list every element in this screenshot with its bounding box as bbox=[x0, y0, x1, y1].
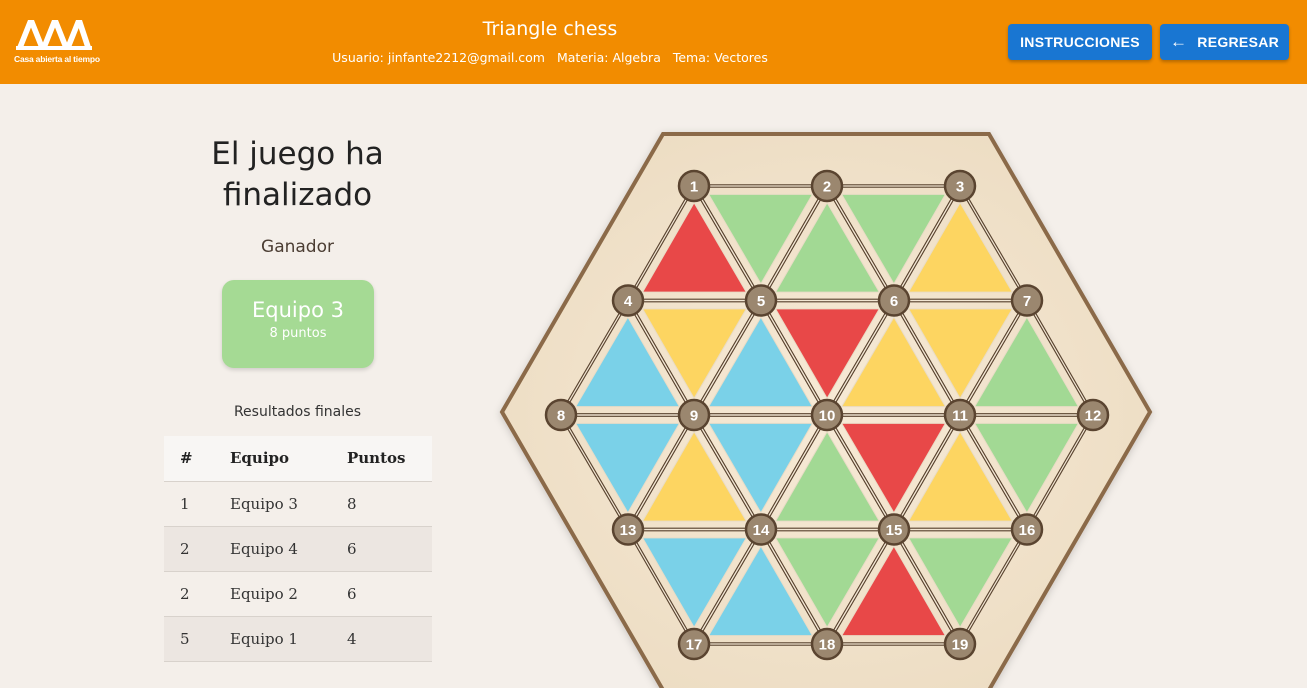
node-label: 3 bbox=[956, 179, 964, 196]
points-cell: 6 bbox=[347, 526, 432, 572]
topic-label: Tema: Vectores bbox=[672, 50, 768, 65]
node-label: 13 bbox=[620, 522, 637, 539]
team-cell: Equipo 4 bbox=[230, 526, 347, 572]
board-node-9[interactable]: 9 bbox=[677, 398, 711, 432]
node-label: 8 bbox=[557, 408, 565, 425]
column-header-team: Equipo bbox=[230, 436, 347, 482]
board-node-6[interactable]: 6 bbox=[877, 284, 911, 317]
node-label: 7 bbox=[1023, 293, 1031, 310]
team-cell: Equipo 3 bbox=[230, 481, 347, 527]
instructions-button[interactable]: INSTRUCCIONES bbox=[1008, 24, 1152, 60]
node-label: 12 bbox=[1085, 408, 1102, 425]
board-node-11[interactable]: 11 bbox=[943, 398, 977, 432]
node-label: 19 bbox=[952, 637, 969, 654]
node-label: 16 bbox=[1019, 522, 1036, 539]
node-label: 5 bbox=[757, 293, 765, 310]
logo-caption: Casa abierta al tiempo bbox=[14, 54, 100, 64]
node-label: 17 bbox=[686, 637, 703, 654]
points-cell: 8 bbox=[347, 481, 432, 527]
results-title: Resultados finales bbox=[233, 404, 362, 420]
user-email: Usuario: jinfante2212@gmail.com bbox=[332, 50, 545, 65]
app-title: Triangle chess bbox=[482, 18, 618, 40]
node-label: 18 bbox=[819, 637, 836, 654]
board-node-7[interactable]: 7 bbox=[1010, 284, 1044, 317]
board-node-8[interactable]: 8 bbox=[544, 398, 578, 432]
column-header-points: Puntos bbox=[347, 436, 432, 482]
node-label: 15 bbox=[886, 522, 903, 539]
board-node-16[interactable]: 16 bbox=[1010, 513, 1044, 546]
board-node-1[interactable]: 1 bbox=[677, 169, 711, 203]
winner-team: Equipo 3 bbox=[252, 298, 344, 322]
board-node-3[interactable]: 3 bbox=[943, 169, 977, 203]
node-label: 11 bbox=[952, 408, 968, 425]
board-node-15[interactable]: 15 bbox=[877, 513, 911, 546]
node-label: 4 bbox=[624, 293, 633, 310]
node-label: 2 bbox=[823, 179, 831, 196]
board-node-18[interactable]: 18 bbox=[810, 627, 844, 661]
board-node-5[interactable]: 5 bbox=[744, 284, 778, 317]
points-cell: 6 bbox=[347, 571, 432, 617]
board-node-14[interactable]: 14 bbox=[744, 513, 778, 546]
board-node-17[interactable]: 17 bbox=[677, 627, 711, 661]
winner-points: 8 puntos bbox=[269, 326, 327, 341]
team-cell: Equipo 1 bbox=[230, 616, 347, 662]
winner-card: Equipo 3 8 puntos bbox=[222, 280, 374, 368]
game-board: 1 2 3 4 5 6 7 8 9 10 11 12 13 14 15 16 17 18 19 bbox=[490, 122, 1160, 688]
board-node-19[interactable]: 19 bbox=[943, 627, 977, 661]
uam-logo-mark bbox=[16, 20, 92, 50]
results-table: # Equipo Puntos 1 Equipo 3 8 2 Equipo 4 … bbox=[164, 436, 432, 662]
column-header-rank: # bbox=[164, 436, 230, 482]
node-label: 9 bbox=[690, 408, 698, 425]
node-label: 10 bbox=[819, 408, 836, 425]
back-button-label: REGRESAR bbox=[1197, 34, 1280, 50]
table-row: 5 Equipo 1 4 bbox=[164, 616, 432, 662]
node-label: 14 bbox=[753, 522, 770, 539]
board-node-13[interactable]: 13 bbox=[611, 513, 645, 546]
board-node-12[interactable]: 12 bbox=[1076, 398, 1110, 432]
rank-cell: 2 bbox=[164, 526, 230, 572]
table-row: 1 Equipo 3 8 bbox=[164, 481, 432, 527]
session-info: Usuario: jinfante2212@gmail.com Materia:… bbox=[300, 50, 800, 65]
board-node-4[interactable]: 4 bbox=[611, 284, 645, 317]
subject-label: Materia: Algebra bbox=[556, 50, 661, 65]
board-node-2[interactable]: 2 bbox=[810, 169, 844, 203]
node-label: 6 bbox=[890, 293, 898, 310]
team-cell: Equipo 2 bbox=[230, 571, 347, 617]
game-over-title: El juego ha finalizado bbox=[211, 136, 384, 213]
arrow-left-icon: ← bbox=[1169, 32, 1188, 51]
top-app-bar: Casa abierta al tiempo Triangle chess Us… bbox=[0, 0, 1307, 84]
instructions-button-label: INSTRUCCIONES bbox=[1020, 34, 1140, 50]
uam-logo[interactable]: Casa abierta al tiempo bbox=[14, 16, 100, 70]
back-button[interactable]: ← REGRESAR bbox=[1160, 24, 1289, 60]
board-svg: 1 2 34 5 6 78 9 10 11 1213 14 15 1617 18 19 bbox=[499, 132, 1153, 688]
table-header-row: # Equipo Puntos bbox=[164, 436, 432, 482]
points-cell: 4 bbox=[347, 616, 432, 662]
rank-cell: 2 bbox=[164, 571, 230, 617]
rank-cell: 5 bbox=[164, 616, 230, 662]
table-row: 2 Equipo 2 6 bbox=[164, 571, 432, 617]
table-row: 2 Equipo 4 6 bbox=[164, 526, 432, 572]
node-label: 1 bbox=[690, 179, 698, 196]
board-node-10[interactable]: 10 bbox=[810, 398, 844, 432]
winner-label: Ganador bbox=[261, 237, 334, 257]
rank-cell: 1 bbox=[164, 481, 230, 527]
